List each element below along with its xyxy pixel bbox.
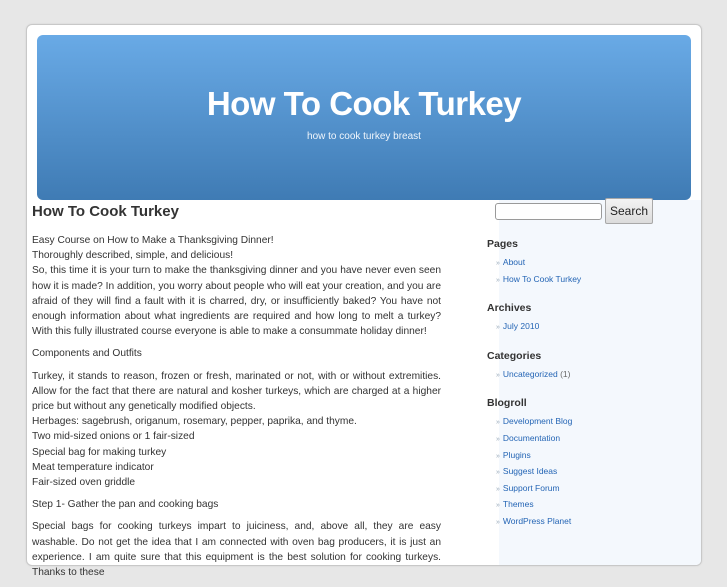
blogroll-link[interactable]: WordPress Planet — [503, 516, 571, 526]
widget-pages: Pages » About » How To Cook Turkey — [487, 238, 662, 288]
ingredients-block: Turkey, it stands to reason, frozen or f… — [32, 369, 441, 491]
intro-line: Easy Course on How to Make a Thanksgivin… — [32, 235, 274, 246]
blogroll-link[interactable]: Plugins — [503, 450, 531, 460]
list-item: » About — [496, 255, 662, 272]
post-intro: Easy Course on How to Make a Thanksgivin… — [32, 233, 441, 339]
list-item: » Documentation — [496, 431, 662, 448]
bullet-icon: » — [496, 371, 500, 379]
bullet-icon: » — [496, 435, 500, 443]
widget-title-pages: Pages — [487, 238, 518, 250]
ingredient-item: Herbages: sagebrush, origanum, rosemary,… — [32, 416, 357, 428]
ingredients-intro: Turkey, it stands to reason, frozen or f… — [32, 370, 441, 413]
archive-link[interactable]: July 2010 — [503, 321, 539, 331]
list-item: » Development Blog — [496, 414, 662, 431]
site-header: How To Cook Turkey how to cook turkey br… — [37, 35, 691, 200]
ingredient-item: Fair-sized oven griddle — [32, 477, 136, 489]
post-content: How To Cook Turkey Easy Course on How to… — [32, 202, 441, 587]
category-link[interactable]: Uncategorized — [503, 369, 558, 379]
search-form: Search — [495, 198, 662, 224]
list-item: » Plugins — [496, 448, 662, 465]
intro-body: So, this time it is your turn to make th… — [32, 265, 441, 338]
widget-title-categories: Categories — [487, 349, 542, 362]
sidebar: Search Pages » About » How To Cook Turkey … — [487, 198, 662, 531]
step1-heading: Step 1- Gather the pan and cooking bags — [32, 499, 219, 511]
widget-title-archives: Archives — [487, 302, 532, 315]
list-item: » How To Cook Turkey — [496, 272, 662, 289]
bullet-icon: » — [496, 260, 500, 267]
blogroll-link[interactable]: Documentation — [503, 433, 560, 443]
list-item: » WordPress Planet — [496, 514, 662, 531]
search-button[interactable]: Search — [605, 198, 653, 224]
bullet-icon: » — [496, 276, 500, 284]
ingredient-item: Meat temperature indicator — [32, 461, 154, 473]
ingredient-item: Two mid-sized onions or 1 fair-sized — [32, 431, 195, 443]
widget-title-blogroll: Blogroll — [487, 397, 527, 410]
category-count: (1) — [560, 368, 571, 379]
intro-line: Thoroughly described, simple, and delici… — [32, 250, 234, 262]
widget-archives: Archives » July 2010 — [487, 302, 662, 336]
step1-body: Special bags for cooking turkeys impart … — [32, 521, 441, 579]
widget-categories: Categories » Uncategorized (1) — [487, 350, 662, 384]
post-title[interactable]: How To Cook Turkey — [32, 202, 441, 222]
list-item: » July 2010 — [496, 319, 662, 336]
bullet-icon: » — [496, 502, 500, 510]
site-title[interactable]: How To Cook Turkey — [37, 35, 691, 123]
section-heading-components: Components and Outfits — [32, 348, 142, 360]
list-item: » Support Forum — [496, 481, 662, 498]
blogroll-link[interactable]: Suggest Ideas — [503, 466, 557, 476]
list-item: » Suggest Ideas — [496, 464, 662, 481]
bullet-icon: » — [496, 469, 500, 477]
search-input[interactable] — [495, 202, 602, 220]
bullet-icon: » — [496, 419, 500, 427]
bullet-icon: » — [496, 452, 500, 460]
bullet-icon: » — [496, 518, 500, 526]
bullet-icon: » — [496, 324, 500, 332]
site-description: how to cook turkey breast — [307, 131, 421, 142]
page-link-about[interactable]: About — [503, 257, 525, 267]
widget-blogroll: Blogroll » Development Blog » Documentatio… — [487, 397, 662, 530]
blogroll-link[interactable]: Themes — [503, 499, 534, 509]
bullet-icon: » — [496, 485, 500, 493]
ingredient-item: Special bag for making turkey — [32, 446, 167, 458]
blogroll-link[interactable]: Support Forum — [503, 483, 560, 493]
blogroll-link[interactable]: Development Blog — [503, 416, 572, 426]
page-link-how-to-cook-turkey[interactable]: How To Cook Turkey — [503, 274, 581, 284]
list-item: » Uncategorized (1) — [496, 367, 662, 384]
list-item: » Themes — [496, 497, 662, 514]
